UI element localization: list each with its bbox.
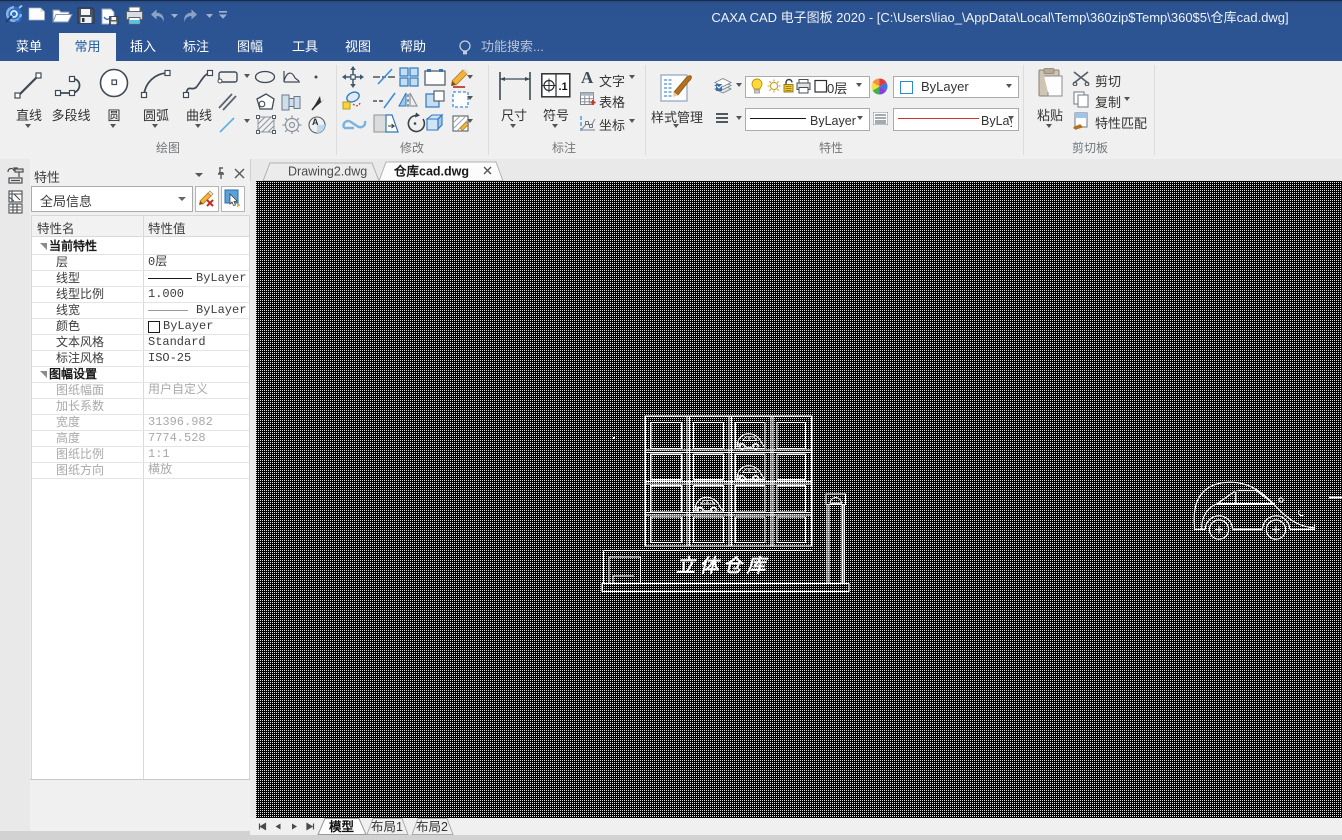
svg-text:.1: .1: [559, 81, 568, 93]
svg-text:模型: 模型: [329, 819, 355, 834]
svg-text:布局1: 布局1: [371, 820, 403, 834]
svg-text:布局2: 布局2: [416, 820, 448, 834]
svg-text:立体仓库: 立体仓库: [676, 555, 770, 577]
svg-text:仓库cad.dwg: 仓库cad.dwg: [393, 164, 469, 179]
svg-text:Drawing2.dwg: Drawing2.dwg: [288, 165, 367, 179]
svg-text:A: A: [312, 117, 319, 127]
